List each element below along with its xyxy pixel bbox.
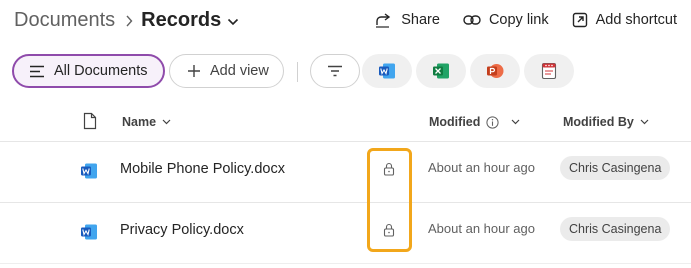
file-name-link[interactable]: Mobile Phone Policy.docx [120, 161, 285, 177]
filter-button[interactable] [310, 54, 360, 88]
chevron-down-icon [511, 119, 520, 125]
column-header-modified-by[interactable]: Modified By [563, 115, 649, 129]
forms-filter-button[interactable] [524, 54, 574, 88]
add-view-label: Add view [210, 63, 269, 79]
breadcrumb-root[interactable]: Documents [14, 9, 115, 32]
forms-icon [541, 62, 557, 80]
all-documents-view-button[interactable]: All Documents [12, 54, 165, 88]
column-header-modified[interactable]: Modified [429, 115, 520, 129]
add-shortcut-label: Add shortcut [595, 12, 677, 28]
info-icon[interactable] [486, 115, 499, 129]
share-icon [375, 12, 393, 28]
chevron-down-icon [162, 119, 171, 125]
word-file-icon [80, 162, 98, 180]
breadcrumb: Documents Records [14, 9, 239, 32]
shortcut-icon [572, 12, 588, 28]
powerpoint-icon [486, 62, 504, 80]
add-shortcut-button[interactable]: Add shortcut [572, 12, 677, 28]
header-actions: Share Copy link Add shortcut [375, 12, 677, 28]
powerpoint-filter-button[interactable] [470, 54, 520, 88]
breadcrumb-separator-icon [125, 15, 133, 27]
link-icon [463, 14, 481, 26]
chevron-down-icon[interactable] [227, 18, 239, 26]
add-view-button[interactable]: Add view [169, 54, 284, 88]
column-header-modified-by-label: Modified By [563, 115, 634, 129]
file-name-link[interactable]: Privacy Policy.docx [120, 222, 244, 238]
chevron-down-icon [640, 119, 649, 125]
modified-by-persona[interactable]: Chris Casingena [560, 217, 671, 241]
share-label: Share [401, 12, 440, 28]
table-row[interactable]: Mobile Phone Policy.docx About an hour a… [0, 142, 691, 203]
lock-highlight-box [367, 148, 412, 252]
file-type-column-icon[interactable] [83, 112, 97, 130]
modified-time: About an hour ago [428, 160, 535, 175]
copy-link-label: Copy link [488, 12, 549, 28]
modified-by-persona[interactable]: Chris Casingena [560, 156, 671, 180]
all-documents-label: All Documents [54, 63, 148, 79]
breadcrumb-current[interactable]: Records [141, 9, 221, 32]
copy-link-button[interactable]: Copy link [463, 12, 549, 28]
toolbar-divider [297, 62, 298, 82]
modified-time: About an hour ago [428, 221, 535, 236]
hamburger-icon [29, 65, 45, 78]
filter-icon [327, 65, 343, 77]
plus-icon [187, 64, 201, 78]
column-header-name[interactable]: Name [122, 115, 171, 129]
word-filter-button[interactable] [362, 54, 412, 88]
column-header-row: Name Modified Modified By [0, 104, 691, 142]
excel-filter-button[interactable] [416, 54, 466, 88]
view-bar: All Documents Add view [0, 52, 691, 88]
excel-icon [432, 62, 450, 80]
command-header: Documents Records Share Copy link Add sh… [0, 0, 691, 46]
column-header-name-label: Name [122, 115, 157, 129]
share-button[interactable]: Share [375, 12, 440, 28]
word-file-icon [80, 223, 98, 241]
table-row[interactable]: Privacy Policy.docx About an hour ago Ch… [0, 203, 691, 264]
word-icon [378, 62, 396, 80]
column-header-modified-label: Modified [429, 115, 481, 129]
